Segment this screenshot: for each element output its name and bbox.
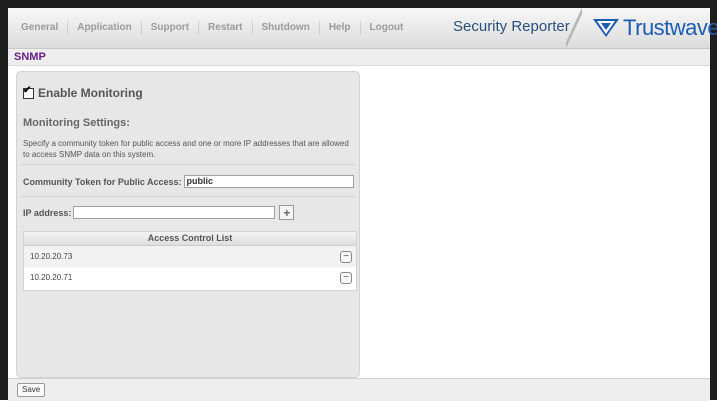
snmp-settings-panel: ✔ Enable Monitoring Monitoring Settings:… <box>16 71 360 378</box>
nav-item-logout[interactable]: Logout <box>361 21 413 35</box>
main-nav: General Application Support Restart Shut… <box>12 8 412 48</box>
checkmark-icon: ✔ <box>23 84 32 96</box>
nav-item-general[interactable]: General <box>12 21 69 35</box>
nav-item-support[interactable]: Support <box>142 21 200 35</box>
acl-header: Access Control List <box>24 232 356 246</box>
header-divider-slash <box>566 8 582 48</box>
window-frame-left <box>0 0 8 400</box>
page-title-bar: SNMP <box>8 49 710 66</box>
remove-ip-button[interactable]: − <box>340 271 352 284</box>
product-name: Security Reporter <box>453 18 570 35</box>
save-button[interactable]: Save <box>17 383 46 397</box>
plus-icon: + <box>283 205 291 220</box>
ip-address-row: IP address: + <box>23 205 295 220</box>
monitoring-settings-title: Monitoring Settings: <box>23 117 130 129</box>
remove-ip-button[interactable]: − <box>340 250 352 263</box>
window-frame-top <box>0 0 717 8</box>
divider <box>21 196 355 197</box>
community-token-input[interactable]: public <box>183 175 354 188</box>
minus-icon: − <box>343 250 349 262</box>
nav-item-shutdown[interactable]: Shutdown <box>253 21 320 35</box>
minus-icon: − <box>343 271 349 283</box>
acl-ip: 10.20.20.71 <box>30 273 73 282</box>
ip-address-input[interactable] <box>73 206 276 219</box>
nav-item-application[interactable]: Application <box>68 21 142 35</box>
trustwave-logo: Trustwave® <box>593 15 717 41</box>
top-header: General Application Support Restart Shut… <box>8 8 717 49</box>
ip-address-label: IP address: <box>23 207 72 218</box>
enable-monitoring-checkbox[interactable]: ✔ <box>23 84 34 99</box>
enable-monitoring-label: Enable Monitoring <box>38 86 143 100</box>
divider <box>21 164 355 165</box>
trustwave-logo-icon <box>593 19 619 37</box>
monitoring-description: Specify a community token for public acc… <box>23 139 349 159</box>
window-frame-right <box>710 0 717 400</box>
nav-item-help[interactable]: Help <box>320 21 361 35</box>
acl-ip: 10.20.20.73 <box>30 252 73 261</box>
nav-item-restart[interactable]: Restart <box>199 21 253 35</box>
list-item: 10.20.20.73 − <box>24 246 356 267</box>
page-title: SNMP <box>14 51 46 63</box>
list-item: 10.20.20.71 − <box>24 267 356 288</box>
footer-bar: Save <box>8 378 710 401</box>
community-token-row: Community Token for Public Access: publi… <box>23 175 354 188</box>
logo-wordmark: Trustwave® <box>623 15 717 40</box>
enable-monitoring-row[interactable]: ✔ Enable Monitoring <box>23 84 143 100</box>
community-token-label: Community Token for Public Access: <box>23 176 182 187</box>
add-ip-button[interactable]: + <box>279 205 295 220</box>
access-control-list: Access Control List 10.20.20.73 − 10.20.… <box>23 231 357 291</box>
